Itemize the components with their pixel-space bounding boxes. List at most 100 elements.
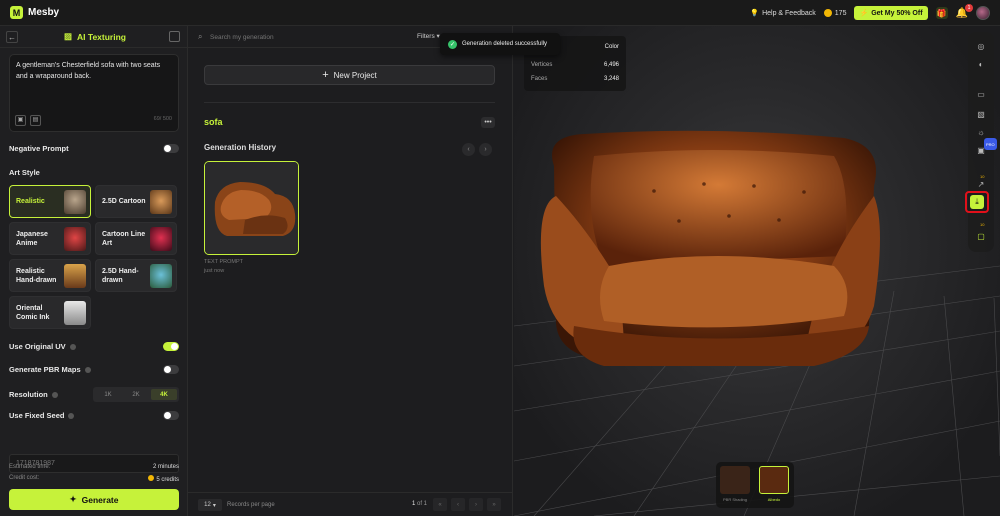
- page-total: of 1: [417, 501, 428, 507]
- logo-icon: M: [10, 6, 23, 19]
- resolution-option-1k[interactable]: 1K: [95, 389, 121, 400]
- char-count: 69/ 500: [153, 116, 172, 122]
- info-icon[interactable]: [84, 367, 91, 374]
- more-options-icon[interactable]: •••: [481, 117, 495, 128]
- first-page-icon[interactable]: «: [433, 498, 447, 511]
- 2-5d-hand-drawn-thumbnail: [150, 264, 172, 288]
- page-indicator: 1 of 1: [412, 501, 427, 507]
- new-project-button[interactable]: + New Project: [204, 65, 495, 85]
- resolution-selector: 1K 2K 4K: [93, 387, 179, 402]
- style-card-realistic[interactable]: Realistic: [9, 185, 91, 218]
- gift-icon[interactable]: 🎁: [935, 7, 948, 19]
- next-page-icon[interactable]: ›: [469, 498, 483, 511]
- chevron-left-icon[interactable]: ‹: [462, 143, 475, 156]
- albedo-thumbnail[interactable]: [759, 466, 789, 494]
- realistic-hand-drawn-thumbnail: [64, 264, 86, 288]
- style-card-2-5d-hand-drawn[interactable]: 2.5D Hand-drawn: [95, 259, 177, 292]
- image-icon[interactable]: ▣: [15, 115, 26, 126]
- download-button[interactable]: ⤓: [965, 191, 989, 213]
- prompt-textarea[interactable]: A gentleman's Chesterfield sofa with two…: [9, 54, 179, 132]
- generation-time: just now: [204, 268, 225, 274]
- top-bar: M Mesby 💡 Help & Feedback 175 ⚡ Get My 5…: [0, 0, 1000, 26]
- left-panel: ← ▨ AI Texturing A gentleman's Chesterfi…: [0, 26, 188, 516]
- info-icon[interactable]: [69, 344, 76, 351]
- filters-label: Filters: [417, 33, 435, 40]
- negative-prompt-toggle[interactable]: [163, 144, 179, 153]
- use-original-uv-toggle[interactable]: [163, 342, 179, 351]
- estimated-time-value: 2 minutes: [152, 464, 179, 470]
- style-card-2-5d-cartoon[interactable]: 2.5D Cartoon: [95, 185, 177, 218]
- help-feedback-button[interactable]: 💡 Help & Feedback: [750, 9, 815, 18]
- resolution-option-4k[interactable]: 4K: [151, 389, 177, 400]
- filters-button[interactable]: Filters ▾: [417, 32, 440, 40]
- vertices-value: 6,496: [603, 62, 619, 68]
- light-icon[interactable]: ☼: [975, 126, 987, 138]
- prev-page-icon[interactable]: ‹: [451, 498, 465, 511]
- resolution-row: Resolution 1K 2K 4K: [9, 387, 179, 402]
- estimated-time-label: Estimated time:: [9, 464, 51, 470]
- viewport-toolbar: ◎ ◐ ▭ ▧ ☼ ▣ PRO 10 ↗ 10 ▢: [968, 32, 997, 252]
- generate-button[interactable]: ✦ Generate: [9, 489, 179, 510]
- monitor-icon[interactable]: ▭: [975, 88, 987, 100]
- 3d-viewport[interactable]: deColor Vertices6,496 Faces3,248 ◎ ◐ ▭ ▧…: [514, 26, 1000, 516]
- back-button[interactable]: ←: [6, 31, 18, 43]
- style-label: Oriental Comic Ink: [16, 304, 50, 321]
- credit-cost-label: Credit cost:: [9, 475, 40, 481]
- notifications-button[interactable]: 🔔 1: [956, 3, 973, 19]
- credits-count: 175: [834, 9, 847, 17]
- pro-badge: PRO: [984, 138, 997, 150]
- use-original-uv-row: Use Original UV: [9, 342, 179, 351]
- style-label: Realistic Hand-drawn: [16, 267, 57, 284]
- style-card-realistic-hand-drawn[interactable]: Realistic Hand-drawn: [9, 259, 91, 292]
- new-project-label: New Project: [333, 70, 377, 80]
- generate-label: Generate: [81, 494, 119, 505]
- style-label: Cartoon Line Art: [102, 230, 146, 247]
- info-icon[interactable]: [51, 392, 58, 399]
- fixed-seed-row: Use Fixed Seed: [9, 411, 179, 420]
- tool-title-label: AI Texturing: [77, 31, 126, 42]
- last-page-icon[interactable]: »: [487, 498, 501, 511]
- offer-button[interactable]: ⚡ Get My 50% Off: [854, 6, 928, 20]
- info-icon[interactable]: [68, 413, 75, 420]
- 2-5d-cartoon-thumbnail: [150, 190, 172, 214]
- credit-cost-row: Credit cost: 5 credits: [9, 475, 179, 483]
- pbr-shading-thumbnail[interactable]: [720, 466, 750, 494]
- sphere-icon[interactable]: ◐: [975, 58, 987, 70]
- left-panel-header: ← ▨ AI Texturing: [0, 26, 188, 48]
- panel-toggle-icon[interactable]: [169, 31, 180, 42]
- style-label: Realistic: [16, 198, 45, 205]
- pbr-maps-row: Generate PBR Maps: [9, 365, 179, 374]
- page-size-select[interactable]: 12 ▾: [198, 499, 222, 511]
- negative-prompt-label: Negative Prompt: [9, 144, 69, 153]
- offer-label: Get My 50% Off: [871, 9, 923, 17]
- fixed-seed-toggle[interactable]: [163, 411, 179, 420]
- pbr-maps-toggle[interactable]: [163, 365, 179, 374]
- mode-value[interactable]: Color: [605, 44, 619, 50]
- book-icon[interactable]: ▤: [30, 115, 41, 126]
- viewport-scene: [514, 130, 1000, 516]
- faces-value: 3,248: [603, 76, 619, 82]
- art-style-heading: Art Style: [9, 168, 179, 177]
- chevron-right-icon[interactable]: ›: [479, 143, 492, 156]
- avatar[interactable]: [976, 6, 990, 20]
- search-input[interactable]: [210, 30, 390, 44]
- style-card-cartoon-line-art[interactable]: Cartoon Line Art: [95, 222, 177, 255]
- texture-icon: ▨: [64, 31, 73, 41]
- style-card-oriental-comic-ink[interactable]: Oriental Comic Ink: [9, 296, 91, 329]
- style-card-japanese-anime[interactable]: Japanese Anime: [9, 222, 91, 255]
- page-size-value: 12: [204, 502, 211, 508]
- generation-card[interactable]: [204, 161, 299, 255]
- cost-badge: 10: [980, 221, 985, 227]
- chevron-down-icon: ▾: [212, 502, 216, 509]
- globe-icon[interactable]: ◎: [975, 40, 987, 52]
- fixed-seed-label: Use Fixed Seed: [9, 411, 65, 420]
- share-icon[interactable]: ↗: [975, 178, 987, 190]
- style-label: Japanese Anime: [16, 230, 48, 247]
- pattern-icon[interactable]: ▧: [975, 108, 987, 120]
- style-label: 2.5D Cartoon: [102, 198, 146, 205]
- feedback-icon[interactable]: ▢: [975, 230, 987, 242]
- resolution-option-2k[interactable]: 2K: [123, 389, 149, 400]
- cartoon-line-art-thumbnail: [150, 227, 172, 251]
- app-logo[interactable]: M Mesby: [10, 6, 59, 19]
- credits-display[interactable]: 175: [823, 9, 847, 17]
